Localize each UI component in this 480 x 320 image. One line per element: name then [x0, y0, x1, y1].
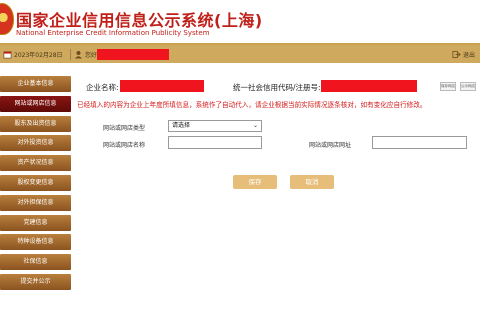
website-name-input[interactable]	[168, 136, 262, 149]
sidebar-nav: 企业基本信息 网站或网店信息 股东及出资信息 对外投资信息 资产状况信息 股权变…	[0, 76, 71, 294]
cancel-button[interactable]: 取消	[290, 175, 334, 189]
sidebar-item-party-info[interactable]: 党建信息	[0, 214, 71, 231]
redacted-user-name	[97, 49, 169, 60]
logout-link[interactable]: 退出	[463, 50, 475, 59]
calendar-icon	[3, 51, 12, 59]
logout-icon[interactable]	[452, 50, 461, 59]
user-icon	[74, 50, 83, 59]
sidebar-item-equity-change[interactable]: 股权变更信息	[0, 174, 71, 191]
topbar-divider	[70, 49, 71, 60]
sidebar-item-submit[interactable]: 提交并公示	[0, 273, 71, 290]
sidebar-item-asset-info[interactable]: 资产状况信息	[0, 155, 71, 172]
sidebar-item-basic-info[interactable]: 企业基本信息	[0, 76, 71, 92]
sidebar-item-guarantee-info[interactable]: 对外担保信息	[0, 194, 71, 211]
save-button[interactable]: 保存	[233, 175, 277, 189]
chevron-down-icon: ⌄	[252, 122, 258, 129]
company-name-label: 企业名称:	[86, 83, 119, 92]
site-header: 国家企业信用信息公示系统(上海) National Enterprise Cre…	[0, 0, 480, 43]
national-emblem-icon	[0, 3, 14, 35]
notice-text: 已经填入的内容为企业上年度所填信息，系统作了自动代入，请企业根据当前实际情况逐条…	[77, 101, 427, 109]
company-info-row: 企业名称: 统一社会信用代码/注册号:	[72, 78, 480, 96]
main-content: 企业名称: 统一社会信用代码/注册号: 保存网店 公示网店 已经填入的内容为企业…	[72, 72, 480, 320]
website-name-label: 网站或网店名称	[103, 142, 146, 149]
website-type-value: 请选择	[172, 122, 191, 129]
user-greeting: 您好	[85, 52, 98, 59]
sidebar-item-website-info[interactable]: 网站或网店信息	[0, 95, 71, 112]
website-type-label: 网站或网店类型	[103, 125, 146, 132]
site-subtitle: National Enterprise Credit Information P…	[16, 29, 210, 37]
top-bar: 2023年02月28日 您好 退出	[0, 43, 480, 63]
website-url-label: 网站或网店网址	[309, 142, 352, 149]
current-date: 2023年02月28日	[14, 52, 63, 59]
site-title: 国家企业信用信息公示系统(上海)	[16, 11, 263, 30]
sidebar-item-social-security[interactable]: 社保信息	[0, 254, 71, 271]
publish-shop-mini-button[interactable]: 公示网店	[460, 82, 476, 91]
sidebar-item-investment-info[interactable]: 对外投资信息	[0, 135, 71, 152]
website-type-select[interactable]: 请选择 ⌄	[168, 120, 262, 132]
save-shop-mini-button[interactable]: 保存网店	[440, 82, 456, 91]
sidebar-item-shareholder-info[interactable]: 股东及出资信息	[0, 115, 71, 132]
credit-code-label: 统一社会信用代码/注册号:	[233, 83, 321, 92]
website-url-input[interactable]	[372, 136, 467, 149]
redacted-credit-code	[321, 80, 417, 92]
redacted-company-name	[120, 80, 204, 92]
sidebar-item-special-equipment[interactable]: 特种设备信息	[0, 234, 71, 251]
